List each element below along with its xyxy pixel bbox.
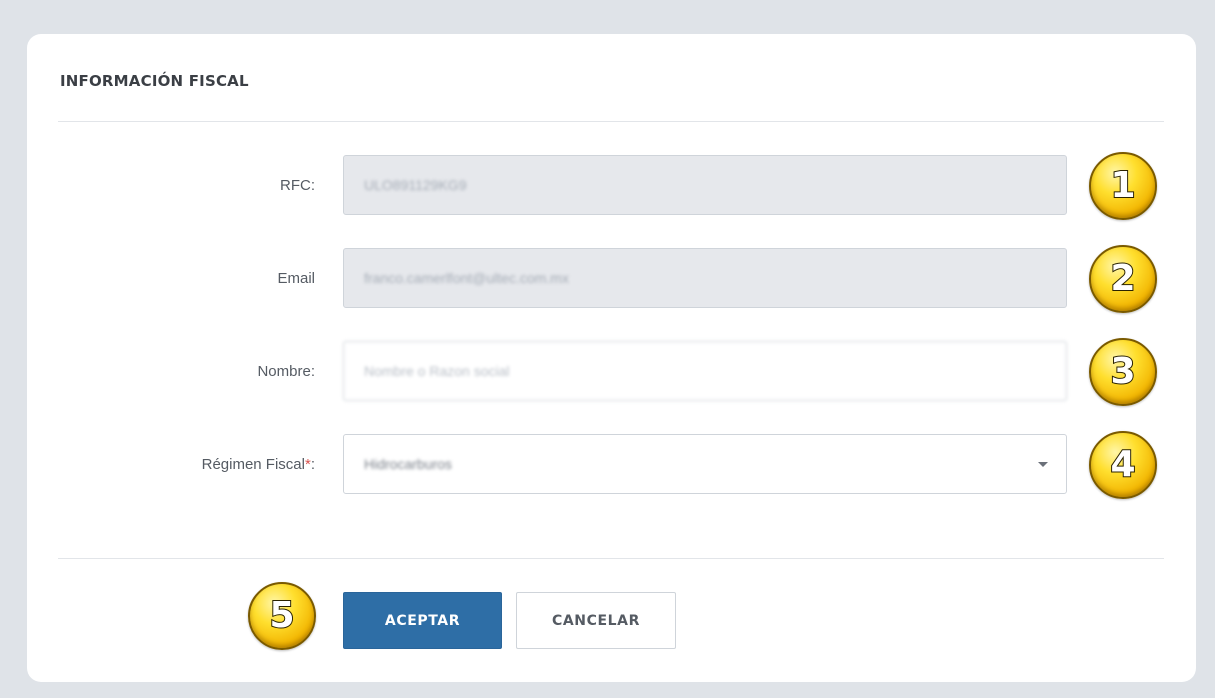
step-badge-2: 2 xyxy=(1089,245,1157,313)
regimen-label: Régimen Fiscal*: xyxy=(202,456,315,473)
email-value: franco.camerlfont@ultec.com.mx xyxy=(364,270,569,286)
step-badge-1: 1 xyxy=(1089,152,1157,220)
rfc-value: ULO891129KG9 xyxy=(364,177,467,193)
regimen-label-colon: : xyxy=(310,456,315,473)
email-field: franco.camerlfont@ultec.com.mx xyxy=(343,248,1067,308)
chevron-down-icon[interactable] xyxy=(1038,462,1048,467)
badge-number: 5 xyxy=(268,595,295,636)
rfc-label: RFC: xyxy=(280,177,315,194)
step-badge-5: 5 xyxy=(248,582,316,650)
regimen-label-text: Régimen Fiscal xyxy=(201,456,305,473)
nombre-input[interactable] xyxy=(343,341,1067,401)
badge-number: 3 xyxy=(1109,351,1136,392)
footer-divider xyxy=(58,558,1164,559)
step-badge-4: 4 xyxy=(1089,431,1157,499)
nombre-label: Nombre: xyxy=(257,363,315,380)
regimen-selected-value: Hidrocarburos xyxy=(364,456,452,472)
email-label: Email xyxy=(277,270,315,287)
step-badge-3: 3 xyxy=(1089,338,1157,406)
badge-number: 2 xyxy=(1109,258,1136,299)
card-title: INFORMACIÓN FISCAL xyxy=(60,72,249,90)
rfc-field: ULO891129KG9 xyxy=(343,155,1067,215)
badge-number: 4 xyxy=(1109,444,1136,485)
cancel-button[interactable]: CANCELAR xyxy=(516,592,676,649)
header-divider xyxy=(58,121,1164,122)
regimen-select[interactable]: Hidrocarburos xyxy=(343,434,1067,494)
fiscal-info-card: INFORMACIÓN FISCAL RFC: ULO891129KG9 1 E… xyxy=(27,34,1196,682)
badge-number: 1 xyxy=(1109,165,1136,206)
accept-button[interactable]: ACEPTAR xyxy=(343,592,502,649)
